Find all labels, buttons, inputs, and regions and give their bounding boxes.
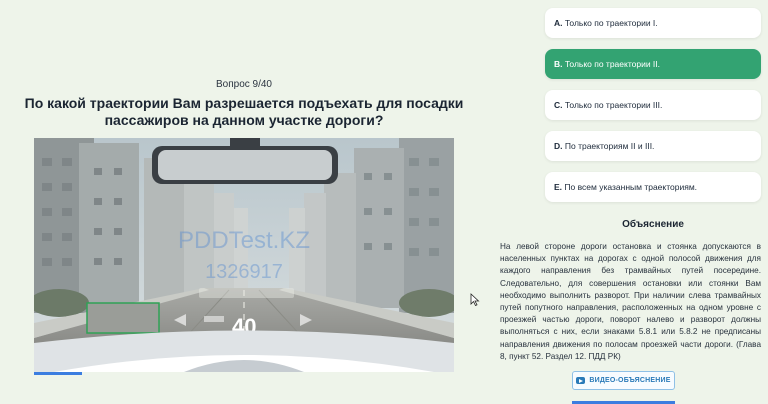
option-text: По всем указанным траекториям. — [564, 182, 698, 192]
watermark-id: 1326917 — [205, 261, 283, 283]
option-text: Только по траектории III. — [564, 100, 663, 110]
question-panel: Вопрос 9/40 По какой траектории Вам разр… — [0, 0, 488, 404]
question-image: 40 PDDTest.KZ 1326917 — [34, 138, 454, 372]
mouse-cursor-icon — [470, 293, 480, 306]
answer-option-d[interactable]: D. По траекториям II и III. — [545, 131, 761, 161]
option-text: Только по траектории I. — [564, 18, 658, 28]
video-progress-bar[interactable] — [34, 372, 82, 375]
option-letter: A. — [554, 18, 563, 28]
question-counter: Вопрос 9/40 — [215, 79, 272, 90]
option-letter: B. — [554, 59, 563, 69]
question-text: По какой траектории Вам разрешается подъ… — [24, 95, 464, 128]
answers-panel: A. Только по траектории I. B. Только по … — [488, 0, 768, 404]
video-explanation-button[interactable]: ВИДЕО-ОБЪЯСНЕНИЕ — [572, 371, 675, 390]
answer-option-c[interactable]: C. Только по траектории III. — [545, 90, 761, 120]
option-text: Только по траектории II. — [564, 59, 661, 69]
answer-option-e[interactable]: E. По всем указанным траекториям. — [545, 172, 761, 202]
explanation-title: Объяснение — [622, 219, 684, 230]
option-letter: C. — [554, 100, 563, 110]
option-text: По траекториям II и III. — [564, 141, 655, 151]
video-button-label: ВИДЕО-ОБЪЯСНЕНИЕ — [589, 377, 671, 384]
watermark-domain: PDDTest.KZ — [178, 227, 310, 254]
option-letter: E. — [554, 182, 563, 192]
youtube-icon — [576, 377, 586, 384]
option-letter: D. — [554, 141, 563, 151]
explanation-text: На левой стороне дороги остановка и стоя… — [500, 242, 761, 361]
answer-option-a[interactable]: A. Только по траектории I. — [545, 8, 761, 38]
answer-option-b[interactable]: B. Только по траектории II. — [545, 49, 761, 79]
